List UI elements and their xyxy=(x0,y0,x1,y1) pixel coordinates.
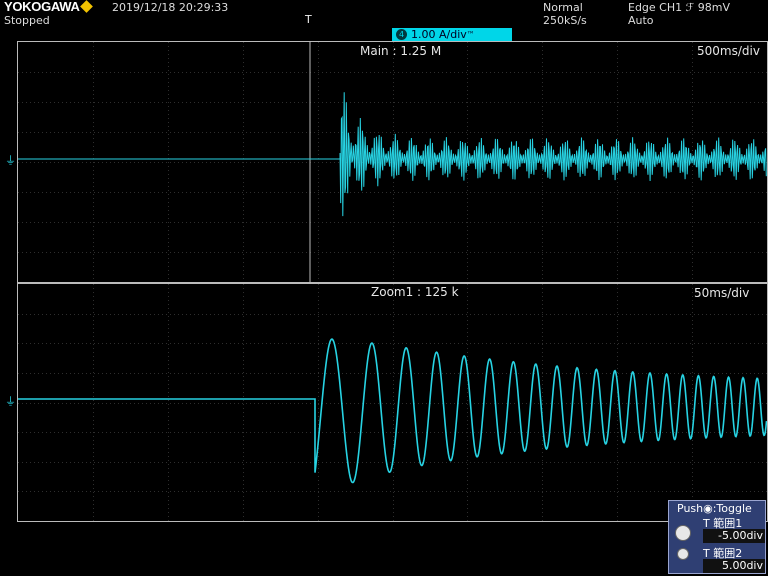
main-pane-title: Main : 1.25 M xyxy=(360,44,442,58)
trigger-position-marker: T xyxy=(305,13,312,26)
scale-suffix: ™ xyxy=(466,30,475,39)
zoom-ground-marker-icon: ⏚ xyxy=(5,395,16,408)
toggle-title: Push◉:Toggle xyxy=(677,502,752,515)
range1-value[interactable]: -5.00div xyxy=(703,529,765,543)
knob-icon[interactable] xyxy=(675,525,691,541)
main-trace xyxy=(18,92,767,217)
zoom-timebase: 50ms/div xyxy=(694,286,750,300)
sample-rate: 250kS/s xyxy=(543,14,587,27)
main-waveform-svg xyxy=(18,42,767,282)
trigger-setting: Edge CH1 ℱ 98mV xyxy=(628,1,731,14)
datetime: 2019/12/18 20:29:33 xyxy=(112,1,229,14)
volts-per-div: 1.00 A/div xyxy=(411,28,467,41)
main-waveform-pane[interactable] xyxy=(17,41,768,283)
trigger-mode: Auto xyxy=(628,14,654,27)
main-timebase: 500ms/div xyxy=(697,44,760,58)
range2-value[interactable]: 5.00div xyxy=(703,559,765,573)
zoom-waveform-pane[interactable] xyxy=(17,283,768,522)
zoom-pane-title: Zoom1 : 125 k xyxy=(371,285,459,299)
zoom-trace xyxy=(18,338,767,484)
main-ground-marker-icon: ⏚ xyxy=(5,154,16,167)
channel-scale-bar[interactable]: 4 1.00 A/div™ xyxy=(392,28,512,41)
brand-diamond-icon xyxy=(80,0,93,13)
zoom-grid xyxy=(18,284,767,521)
run-status: Stopped xyxy=(4,14,50,27)
zoom-waveform-svg xyxy=(18,284,767,521)
brand-logo: YOKOGAWA xyxy=(4,0,80,14)
channel-number-badge: 4 xyxy=(396,29,407,40)
acquisition-mode: Normal xyxy=(543,1,583,14)
range-control-panel[interactable]: Push◉:Toggle T 範囲1 -5.00div T 範囲2 5.00di… xyxy=(668,500,766,574)
knob-small-icon[interactable] xyxy=(677,548,689,560)
